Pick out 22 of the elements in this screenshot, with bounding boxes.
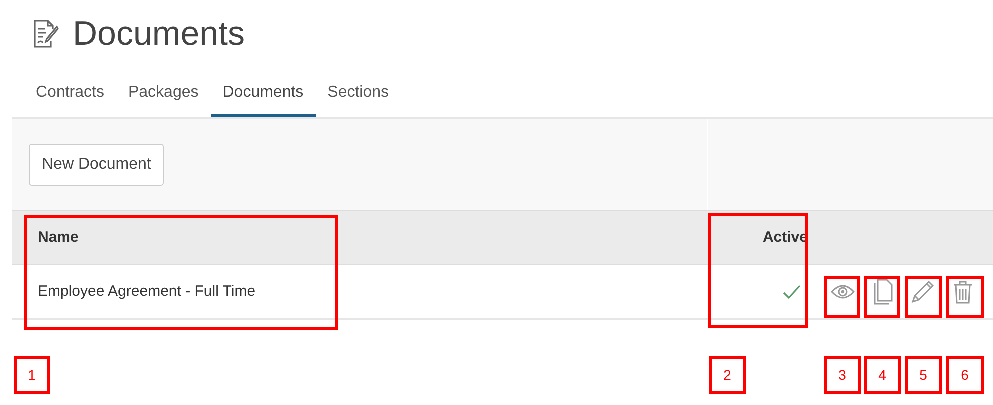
callout-number: 3 xyxy=(824,356,861,394)
tab[interactable]: Contracts xyxy=(24,76,116,117)
tab[interactable]: Packages xyxy=(116,76,211,117)
new-document-button[interactable]: New Document xyxy=(29,144,164,186)
table-cell-text: Employee Agreement - Full Time xyxy=(37,283,257,300)
eye-icon xyxy=(831,284,855,300)
callout-number: 1 xyxy=(14,356,50,394)
column-header: Name xyxy=(37,229,80,246)
callout-number: 2 xyxy=(709,356,746,394)
document-pen-icon xyxy=(33,19,59,49)
copy-icon xyxy=(872,278,894,306)
highlight-frame xyxy=(905,276,942,318)
pencil-icon xyxy=(910,278,936,304)
page-title: Documents xyxy=(73,14,245,54)
highlight-frame xyxy=(864,276,900,318)
trash-icon xyxy=(952,278,974,304)
tab[interactable]: Sections xyxy=(316,76,402,117)
highlight-frame xyxy=(946,276,984,318)
callout-number: 5 xyxy=(905,356,942,394)
callout-number: 4 xyxy=(864,356,901,394)
highlight-frame xyxy=(824,276,860,318)
callout-number: 6 xyxy=(946,356,984,394)
